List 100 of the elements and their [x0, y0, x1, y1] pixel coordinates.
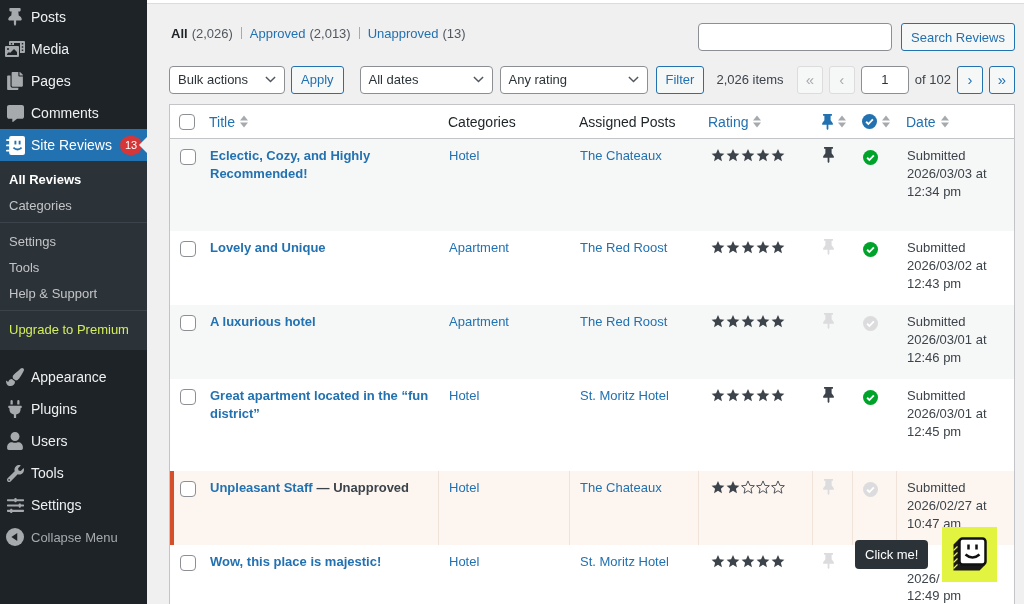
star-icon [711, 554, 725, 568]
checkbox[interactable] [180, 241, 196, 257]
view-link[interactable]: Unapproved [367, 25, 439, 41]
page-total: of 102 [914, 72, 951, 87]
submenu-item[interactable]: Categories [0, 193, 147, 219]
review-title-link[interactable]: Unpleasant Staff [210, 479, 313, 497]
menu-item[interactable]: Pages [0, 65, 147, 97]
submenu-item[interactable]: Tools [0, 255, 147, 281]
star-icon [711, 240, 725, 254]
star-icon [741, 480, 755, 494]
page-nav-button[interactable]: » [989, 65, 1015, 94]
chevron-down-icon [627, 76, 639, 83]
sort-icon [239, 115, 248, 128]
column-sort-link[interactable]: Date [906, 113, 949, 130]
column-sort-link[interactable] [822, 113, 846, 130]
submenu-item[interactable]: All Reviews [0, 167, 147, 193]
menu-item[interactable]: Comments [0, 97, 147, 129]
star-icon [756, 554, 770, 568]
checkbox[interactable] [180, 149, 196, 165]
category-link[interactable]: Hotel [449, 480, 480, 495]
menu-item[interactable]: Users [0, 425, 147, 457]
post-link[interactable]: St. Moritz Hotel [580, 554, 669, 569]
star-icon [741, 148, 755, 162]
view-count: (2,026) [191, 25, 233, 41]
check-circle-icon[interactable] [863, 482, 878, 497]
checkbox[interactable] [180, 389, 196, 405]
menu-item[interactable]: Media [0, 33, 147, 65]
check-circle-icon[interactable] [863, 150, 878, 165]
check-circle-icon[interactable] [863, 242, 878, 257]
date-text: Submitted 2026/03/01 at 12:46 pm [907, 313, 988, 367]
star-icon [771, 480, 785, 494]
collapse-menu-button[interactable]: Collapse Menu [0, 521, 147, 553]
star-icon [741, 314, 755, 328]
review-title-link[interactable]: Wow, this place is majestic! [210, 553, 382, 571]
checkbox[interactable] [180, 555, 196, 571]
review-title-link[interactable]: Great apartment located in the “fun district” [210, 387, 430, 423]
star-icon [756, 388, 770, 402]
pin-icon[interactable] [823, 147, 834, 163]
star-icon [771, 240, 785, 254]
category-link[interactable]: Hotel [449, 554, 480, 569]
dates-dropdown[interactable]: All dates [359, 65, 493, 94]
check-circle-icon [862, 114, 877, 129]
post-link[interactable]: St. Moritz Hotel [580, 388, 669, 403]
page-number-field[interactable]: 1 [860, 65, 909, 94]
filter-button[interactable]: Filter [655, 65, 705, 94]
post-link[interactable]: The Chateaux [580, 480, 662, 495]
menu-item[interactable]: Plugins [0, 393, 147, 425]
submenu-item[interactable]: Help & Support [0, 281, 147, 307]
chevron-down-icon [265, 76, 276, 83]
submenu-item[interactable]: Settings [0, 229, 147, 255]
category-link[interactable]: Hotel [449, 148, 480, 163]
star-icon [771, 554, 785, 568]
collapse-icon [6, 528, 24, 546]
category-link[interactable]: Hotel [449, 388, 480, 403]
pin-icon [822, 113, 833, 130]
plug-icon [8, 400, 22, 418]
pin-icon[interactable] [823, 387, 834, 403]
column-label: Categories [448, 113, 516, 130]
page-nav-button[interactable]: › [957, 65, 983, 94]
star-icon [711, 148, 725, 162]
menu-item[interactable]: Settings [0, 489, 147, 521]
column-sort-link[interactable]: Rating [708, 113, 762, 130]
view-count: (2,013) [309, 25, 351, 41]
search-field[interactable] [698, 23, 893, 51]
apply-button[interactable]: Apply [291, 65, 344, 94]
category-link[interactable]: Apartment [449, 314, 509, 329]
column-sort-link[interactable] [862, 114, 890, 129]
star-icon [726, 480, 740, 494]
rating-dropdown[interactable]: Any rating [499, 65, 648, 94]
status-text: — Unapproved [316, 480, 410, 495]
help-button[interactable] [942, 527, 997, 582]
view-link[interactable]: Approved [249, 25, 306, 41]
menu-item[interactable]: Posts [0, 1, 147, 33]
post-link[interactable]: The Chateaux [580, 148, 662, 163]
review-title-link[interactable]: Eclectic, Cozy, and Highly Recommended! [210, 147, 430, 183]
view-link[interactable]: All [171, 25, 188, 41]
star-icon [726, 240, 740, 254]
checkbox[interactable] [180, 315, 196, 331]
column-sort-link[interactable]: Title [209, 113, 248, 130]
submenu-item[interactable]: Upgrade to Premium [0, 317, 147, 343]
menu-item[interactable]: Site Reviews 13 [0, 129, 147, 161]
review-title-link[interactable]: A luxurious hotel [210, 313, 316, 331]
date-text: 12:49 pm [907, 587, 963, 604]
checkbox[interactable] [180, 481, 196, 497]
bulk-actions-dropdown[interactable]: Bulk actions [169, 65, 285, 94]
post-link[interactable]: The Red Roost [580, 314, 668, 329]
checkbox[interactable] [179, 113, 195, 130]
check-circle-icon[interactable] [863, 316, 878, 331]
search-button[interactable]: Search Reviews [901, 23, 1015, 51]
post-link[interactable]: The Red Roost [580, 240, 668, 255]
date-text: Submitted 2026/03/01 at 12:45 pm [907, 387, 988, 441]
notebook-smiley-icon [5, 135, 25, 155]
star-icon [756, 240, 770, 254]
sliders-icon [6, 496, 24, 514]
star-icon [741, 388, 755, 402]
menu-item[interactable]: Tools [0, 457, 147, 489]
menu-item[interactable]: Appearance [0, 361, 147, 393]
review-title-link[interactable]: Lovely and Unique [210, 239, 326, 257]
category-link[interactable]: Apartment [449, 240, 509, 255]
check-circle-icon[interactable] [863, 390, 878, 405]
